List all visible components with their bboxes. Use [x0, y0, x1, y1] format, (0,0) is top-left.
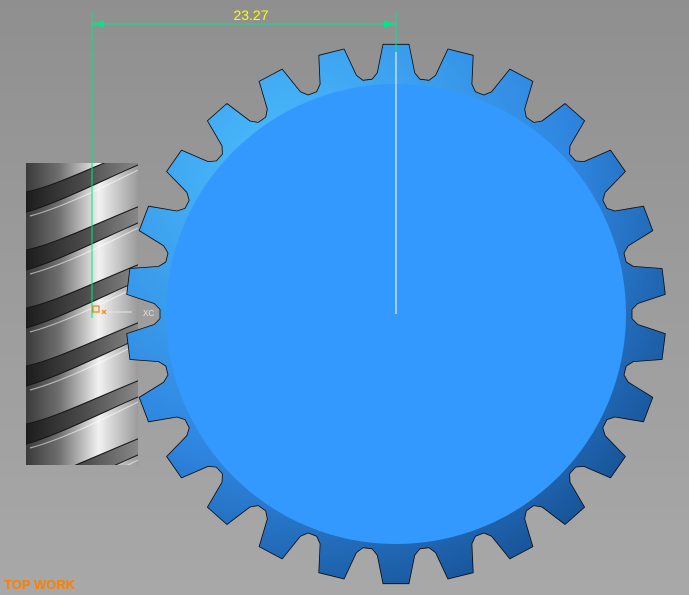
- dimension-arrow-right-icon: [384, 20, 396, 28]
- graphics-viewport[interactable]: 23.27 XC: [0, 0, 689, 595]
- worm-model[interactable]: [26, 90, 140, 564]
- dimension-value[interactable]: 23.27: [233, 7, 268, 23]
- dimension-arrow-left-icon: [92, 20, 104, 28]
- view-name-label: TOP WORK: [4, 577, 76, 592]
- csys-xc-label: XC: [143, 309, 154, 318]
